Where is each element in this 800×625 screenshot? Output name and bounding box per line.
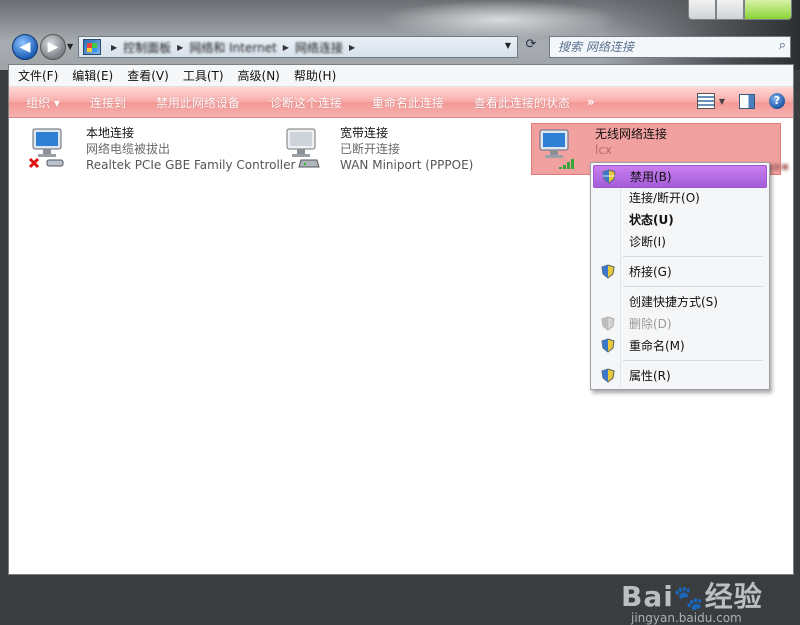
help-icon[interactable]: ? (769, 93, 785, 109)
menu-edit[interactable]: 编辑(E) (63, 67, 118, 84)
menu-advanced[interactable]: 高级(N) (229, 67, 285, 84)
control-panel-icon (83, 39, 101, 55)
ctx-connect-disconnect[interactable]: 连接/断开(O) (593, 187, 767, 208)
change-view-icon[interactable] (696, 93, 715, 109)
more-commands-button[interactable]: » (587, 95, 595, 109)
connection-broadband[interactable]: 宽带连接 已断开连接 WAN Miniport (PPPOE) (277, 123, 527, 173)
ctx-bridge[interactable]: 桥接(G) (593, 261, 767, 282)
ctx-create-shortcut[interactable]: 创建快捷方式(S) (593, 291, 767, 312)
address-dropdown-icon[interactable]: ▼ (505, 41, 511, 50)
uac-shield-icon (601, 264, 615, 279)
connect-to-button[interactable]: 连接到 (73, 94, 139, 111)
disable-device-button[interactable]: 禁用此网络设备 (139, 94, 253, 111)
ctx-label: 删除(D) (629, 317, 672, 331)
ctx-rename[interactable]: 重命名(M) (593, 335, 767, 356)
menu-tools[interactable]: 工具(T) (174, 67, 229, 84)
search-icon[interactable]: ⌕ (779, 38, 786, 53)
connection-local-text: 本地连接 网络电缆被拔出 Realtek PCIe GBE Family Con… (86, 125, 295, 173)
menu-separator (623, 360, 763, 361)
back-arrow-icon: ◀ (19, 39, 31, 55)
menu-bar: 文件(F) 编辑(E) 查看(V) 工具(T) 高级(N) 帮助(H) (9, 65, 793, 87)
window-caption-buttons (688, 0, 792, 20)
refresh-button[interactable]: ⟳ (521, 37, 541, 55)
ctx-label: 创建快捷方式(S) (629, 295, 718, 309)
ctx-delete[interactable]: 删除(D) (593, 313, 767, 334)
breadcrumb-network-internet[interactable]: 网络和 Internet (189, 39, 276, 56)
ctx-label: 桥接(G) (629, 265, 672, 279)
connection-status: 已断开连接 (340, 142, 401, 156)
ctx-label: 禁用(B) (630, 170, 672, 184)
chevron-down-icon[interactable]: ▼ (719, 97, 725, 106)
address-bar[interactable]: ▶ 控制面板 ▶ 网络和 Internet ▶ 网络连接 ▶ ▼ (78, 36, 518, 58)
ctx-label: 诊断(I) (629, 235, 666, 249)
close-button[interactable] (744, 0, 792, 20)
uac-shield-disabled-icon (601, 316, 615, 331)
back-button[interactable]: ◀ (12, 34, 38, 60)
ctx-disable[interactable]: 禁用(B) (593, 165, 767, 188)
connection-broadband-text: 宽带连接 已断开连接 WAN Miniport (PPPOE) (340, 125, 473, 173)
broadband-modem-icon (286, 128, 320, 168)
connection-name: 本地连接 (86, 126, 135, 140)
minimize-button[interactable] (688, 0, 716, 20)
ctx-label: 重命名(M) (629, 339, 685, 353)
ctx-diagnose[interactable]: 诊断(I) (593, 231, 767, 252)
connection-status: 网络电缆被拔出 (86, 142, 171, 156)
wifi-signal-icon (539, 129, 574, 169)
ctx-label: 属性(R) (629, 369, 671, 383)
menu-file[interactable]: 文件(F) (9, 67, 63, 84)
command-bar: 组织 ▾ 连接到 禁用此网络设备 诊断这个连接 重命名此连接 查看此连接的状态 … (9, 87, 793, 118)
maximize-button[interactable] (716, 0, 744, 20)
recent-pages-dropdown[interactable]: ▼ (67, 42, 73, 51)
chevron-right-icon[interactable]: ▶ (177, 43, 183, 52)
lan-disconnected-icon (28, 128, 64, 169)
refresh-icon: ⟳ (525, 37, 537, 52)
connection-ssid: lcx (595, 143, 613, 157)
ctx-label: 连接/断开(O) (629, 191, 700, 205)
uac-shield-icon (601, 368, 615, 383)
connection-name: 宽带连接 (340, 126, 389, 140)
breadcrumb-control-panel[interactable]: 控制面板 (123, 39, 171, 56)
connection-local[interactable]: 本地连接 网络电缆被拔出 Realtek PCIe GBE Family Con… (23, 123, 295, 173)
menu-separator (623, 256, 763, 257)
menu-view[interactable]: 查看(V) (118, 67, 174, 84)
forward-button[interactable]: ▶ (40, 34, 66, 60)
chevron-right-icon[interactable]: ▶ (349, 43, 355, 52)
diagnose-button[interactable]: 诊断这个连接 (253, 94, 355, 111)
uac-shield-icon (602, 169, 616, 184)
organize-button[interactable]: 组织 ▾ (9, 94, 73, 111)
view-status-button[interactable]: 查看此连接的状态 (457, 94, 583, 111)
baidu-jingyan-watermark: Bai🐾经验 jingyan.baidu.com (621, 580, 763, 625)
menu-separator (623, 286, 763, 287)
preview-pane-icon[interactable] (739, 93, 755, 109)
chevron-right-icon[interactable]: ▶ (111, 43, 117, 52)
context-menu: 禁用(B) 连接/断开(O) 状态(U) 诊断(I) 桥接(G) 创建快捷方式(… (590, 162, 770, 390)
ctx-properties[interactable]: 属性(R) (593, 365, 767, 386)
navigation-bar: ◀ ▶ ▼ ▶ 控制面板 ▶ 网络和 Internet ▶ 网络连接 ▶ ▼ ⟳… (0, 30, 800, 62)
breadcrumb-network-connections[interactable]: 网络连接 (295, 39, 343, 56)
connection-device: Realtek PCIe GBE Family Controller (86, 158, 296, 172)
menu-help[interactable]: 帮助(H) (285, 67, 341, 84)
forward-arrow-icon: ▶ (47, 39, 59, 55)
search-box[interactable]: ⌕ (549, 36, 791, 58)
search-input[interactable] (556, 39, 760, 55)
connection-device: WAN Miniport (PPPOE) (340, 158, 474, 172)
commandbar-right-tools: ▼ ? (696, 93, 785, 109)
uac-shield-icon (601, 338, 615, 353)
rename-button[interactable]: 重命名此连接 (355, 94, 457, 111)
ctx-status[interactable]: 状态(U) (593, 209, 767, 230)
chevron-right-icon[interactable]: ▶ (283, 43, 289, 52)
connection-name: 无线网络连接 (595, 127, 668, 141)
ctx-label: 状态(U) (629, 213, 674, 227)
